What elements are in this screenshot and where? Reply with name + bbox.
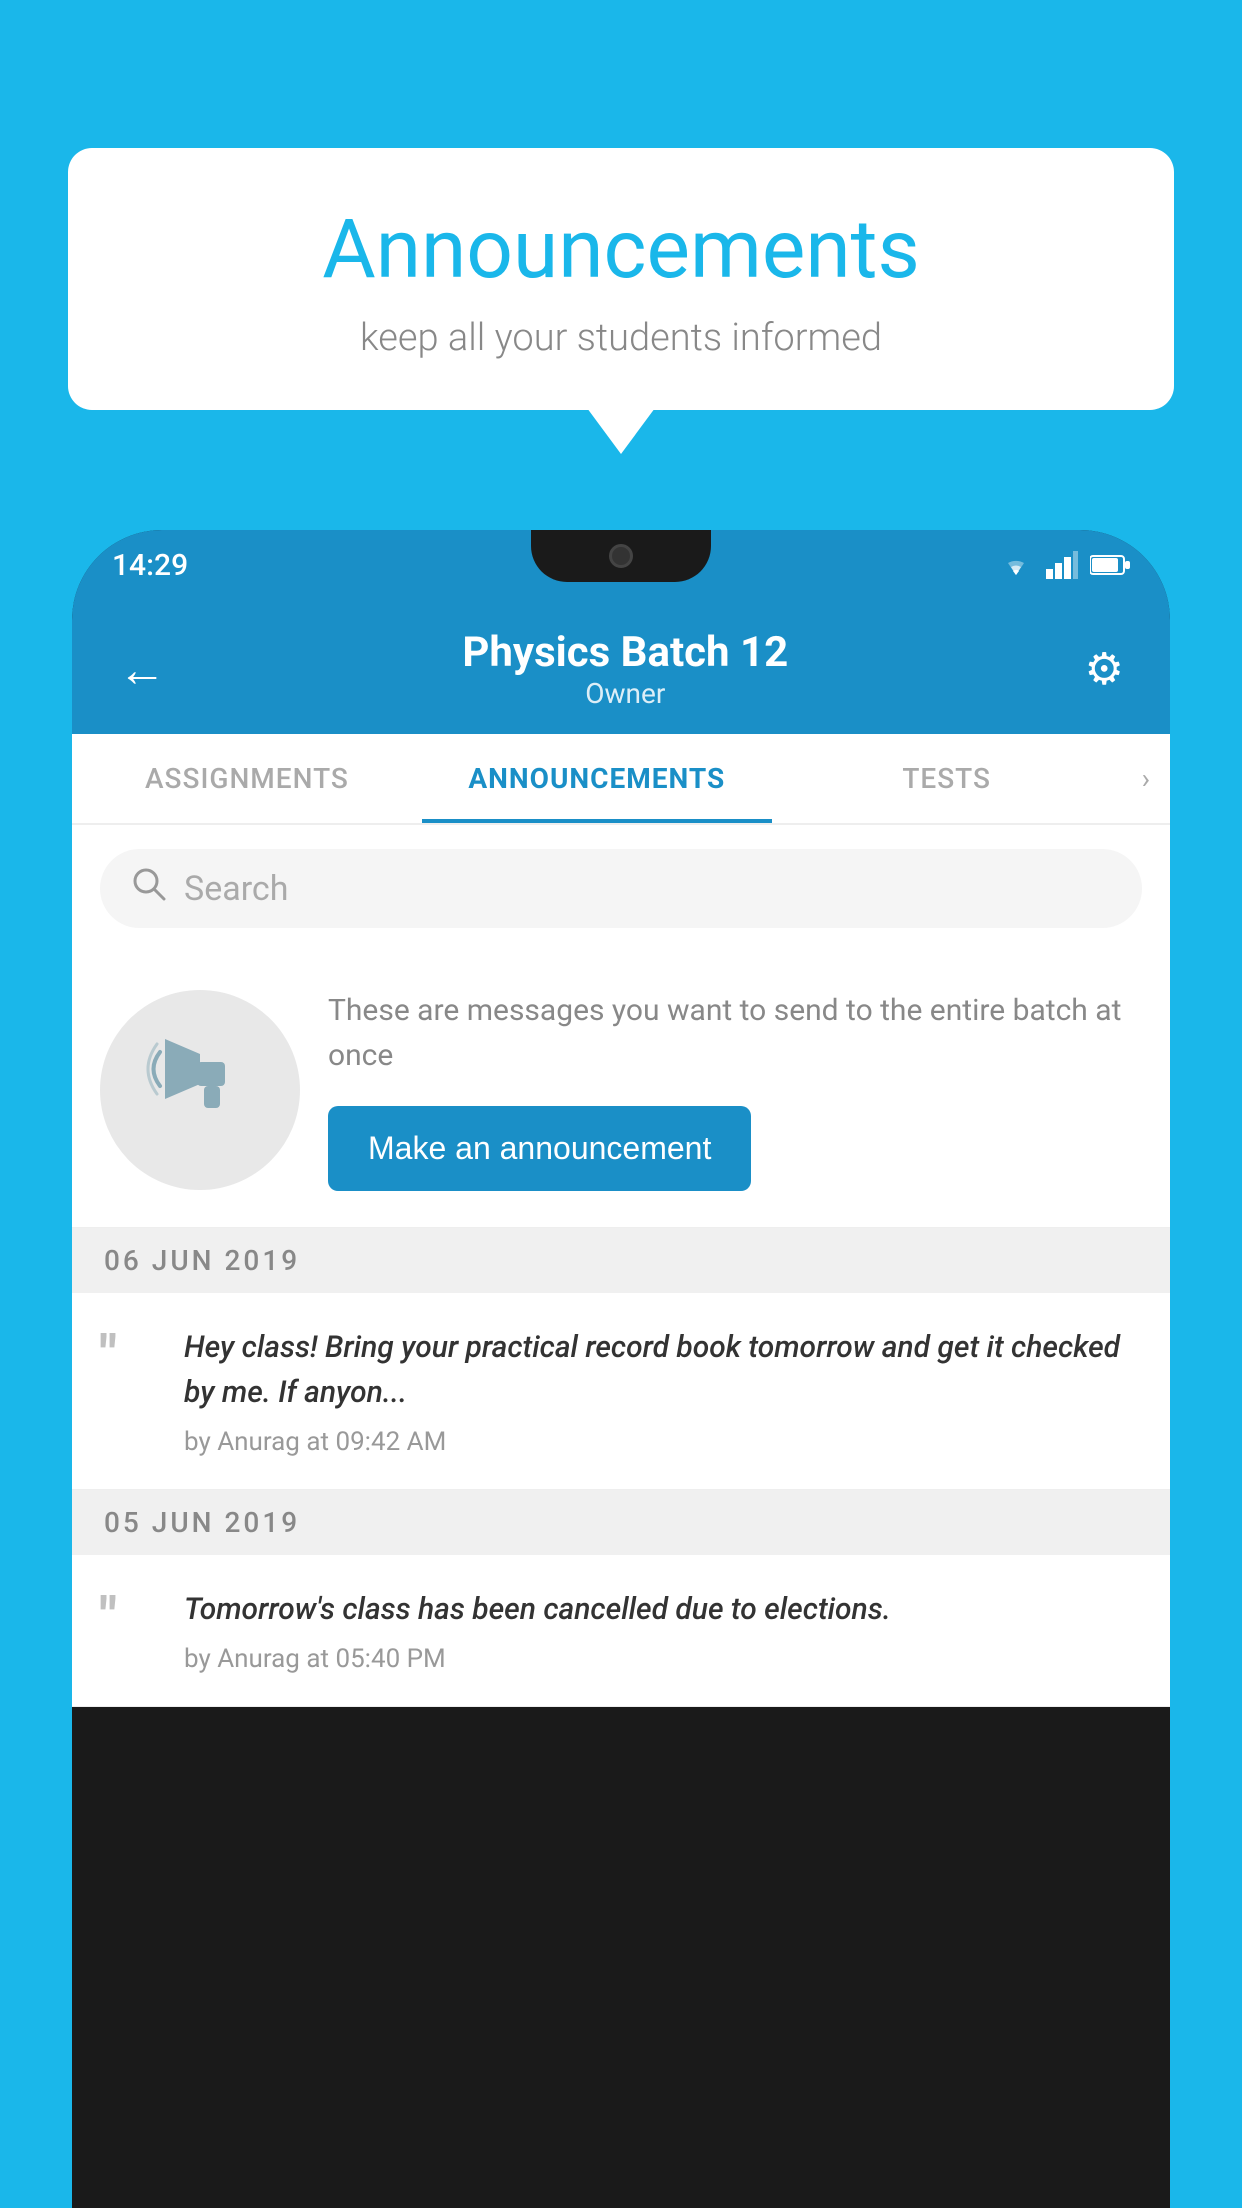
search-bar[interactable]: Search [100,849,1142,928]
back-button[interactable]: ← [112,635,172,704]
speech-bubble: Announcements keep all your students inf… [68,148,1174,410]
tab-assignments[interactable]: ASSIGNMENTS [72,734,422,823]
announcement-text-1: Hey class! Bring your practical record b… [184,1325,1142,1415]
search-placeholder: Search [184,869,288,909]
wifi-icon [998,551,1034,579]
announcement-content-1: Hey class! Bring your practical record b… [184,1325,1142,1457]
status-bar: 14:29 [72,530,1170,600]
intro-description: These are messages you want to send to t… [328,988,1142,1078]
settings-button[interactable]: ⚙ [1079,637,1130,701]
announcement-meta-2: by Anurag at 05:40 PM [184,1644,1142,1674]
date-separator-2: 05 JUN 2019 [72,1490,1170,1555]
announcement-text-2: Tomorrow's class has been cancelled due … [184,1587,1142,1632]
announcement-content-2: Tomorrow's class has been cancelled due … [184,1587,1142,1674]
notch [531,530,711,582]
header-subtitle: Owner [172,677,1079,710]
app-header: ← Physics Batch 12 Owner ⚙ [72,600,1170,734]
announcement-item-2: " Tomorrow's class has been cancelled du… [72,1555,1170,1707]
header-title-block: Physics Batch 12 Owner [172,628,1079,710]
megaphone-circle [100,990,300,1190]
quote-icon-1: " [100,1329,160,1457]
phone-outer: 14:29 [72,530,1170,2208]
tab-more[interactable]: › [1122,734,1170,823]
date-separator-1: 06 JUN 2019 [72,1228,1170,1293]
quote-icon-2: " [100,1591,160,1674]
battery-icon [1090,553,1130,577]
tab-announcements[interactable]: ANNOUNCEMENTS [422,734,772,823]
announcement-item-1: " Hey class! Bring your practical record… [72,1293,1170,1490]
intro-block: These are messages you want to send to t… [72,952,1170,1228]
bubble-title: Announcements [128,202,1114,298]
megaphone-icon [145,1024,255,1156]
camera-notch [609,544,633,568]
signal-icon [1046,551,1078,579]
status-icons [998,551,1130,579]
tabs-bar: ASSIGNMENTS ANNOUNCEMENTS TESTS › [72,734,1170,825]
search-icon [132,867,166,910]
content-area: Search [72,825,1170,1707]
intro-right: These are messages you want to send to t… [328,988,1142,1191]
tab-tests[interactable]: TESTS [772,734,1122,823]
status-time: 14:29 [112,548,188,583]
header-title: Physics Batch 12 [172,628,1079,677]
phone-container: 14:29 [72,530,1170,2208]
make-announcement-button[interactable]: Make an announcement [328,1106,751,1191]
announcement-meta-1: by Anurag at 09:42 AM [184,1427,1142,1457]
bubble-subtitle: keep all your students informed [128,316,1114,360]
